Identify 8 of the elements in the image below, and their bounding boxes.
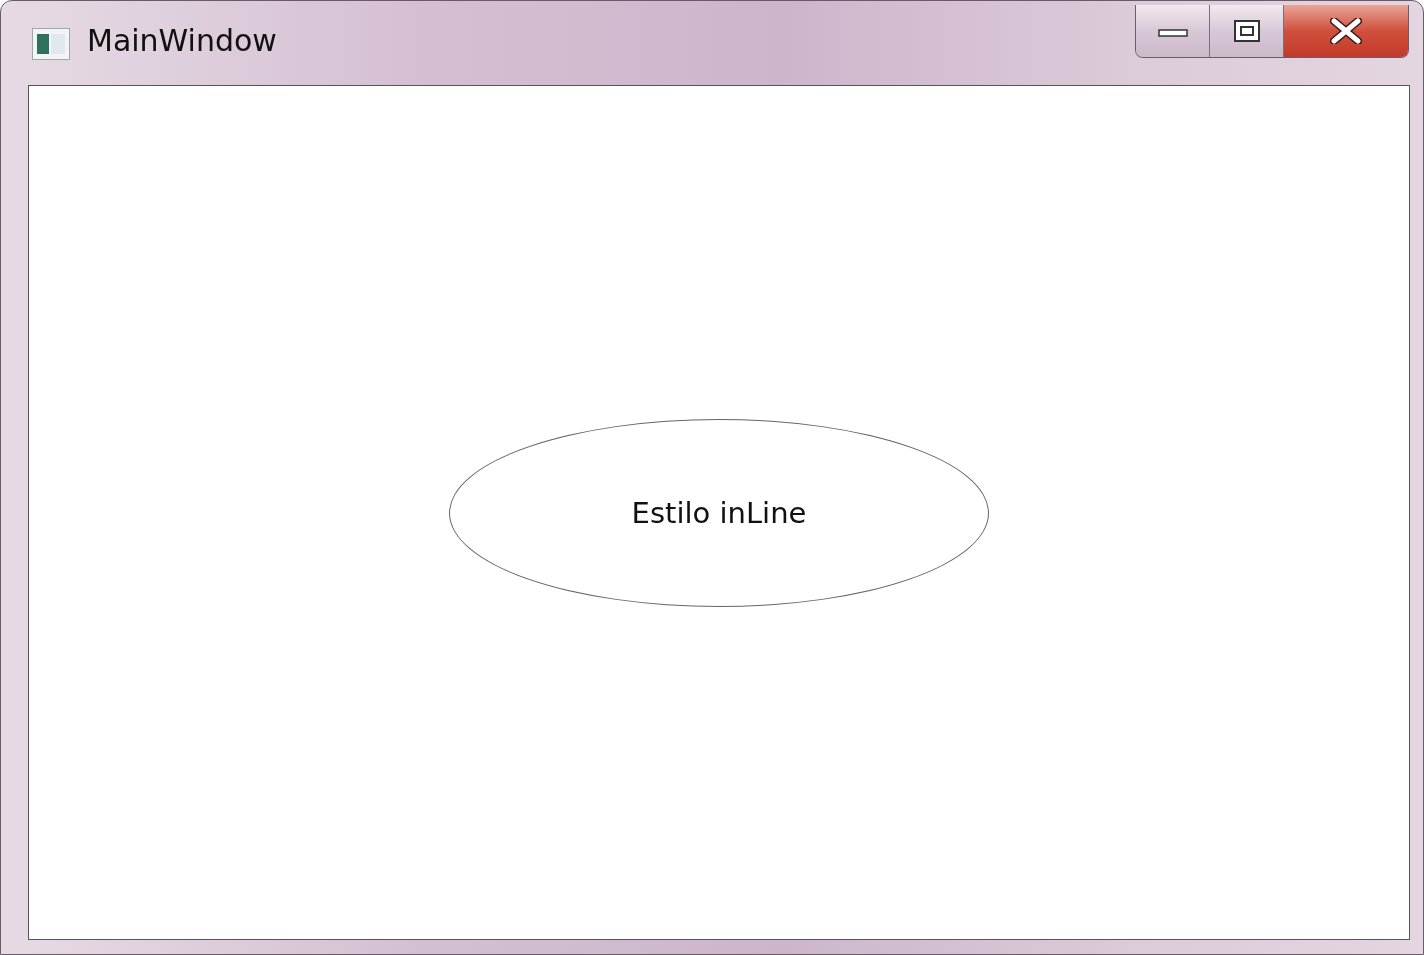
ellipse-label: Estilo inLine xyxy=(631,495,807,530)
minimize-button[interactable] xyxy=(1136,5,1210,57)
close-button[interactable] xyxy=(1284,5,1408,57)
maximize-icon xyxy=(1232,19,1261,43)
maximize-button[interactable] xyxy=(1210,5,1284,57)
close-icon xyxy=(1330,18,1362,44)
window-icon xyxy=(32,28,70,60)
window-title: MainWindow xyxy=(87,23,277,58)
